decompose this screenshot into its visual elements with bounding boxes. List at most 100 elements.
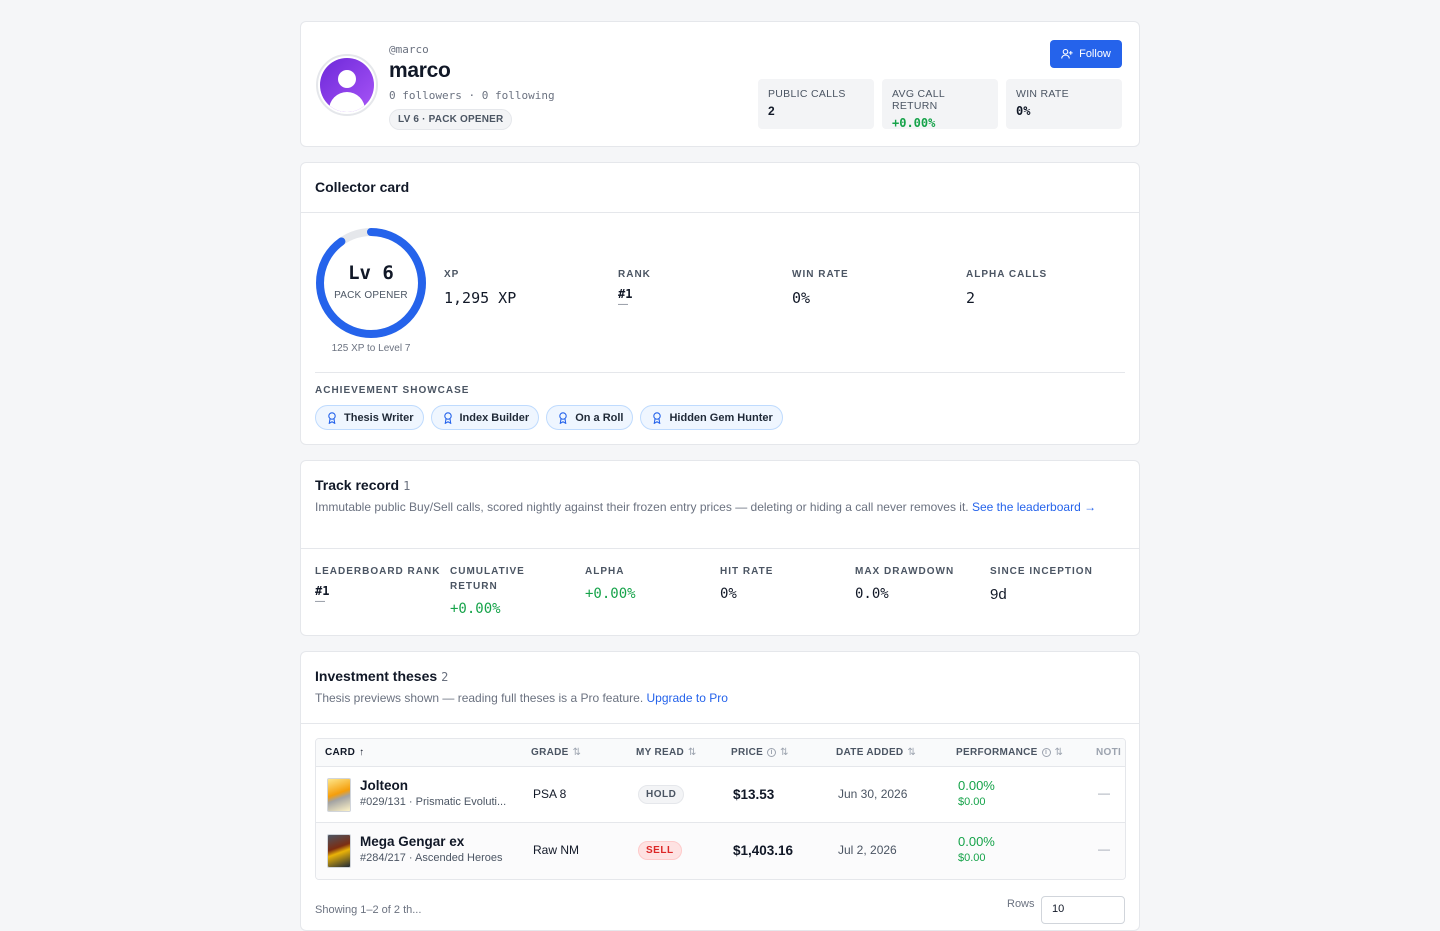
investment-theses-card: Investment theses 2 Thesis previews shown… [300,651,1140,931]
stat-value: +0.00% [892,116,936,130]
stat-label: SINCE INCEPTION [990,566,1093,577]
sort-asc-icon: ↑ [359,747,365,758]
stat-label: HIT RATE [720,566,774,577]
profile-name: marco [389,59,451,82]
section-title: Investment theses [315,668,438,684]
profile-handle: @marco [389,43,429,56]
track-description: Immutable public Buy/Sell calls, scored … [315,500,969,514]
stat-value: 0.0% [855,586,889,602]
leaderboard-link[interactable]: See the leaderboard → [972,500,1096,514]
achievement-label: On a Roll [575,411,624,424]
table-row[interactable]: Mega Gengar ex #284/217 · Ascended Heroe… [316,823,1125,879]
stat-label: ALPHA CALLS [966,269,1048,280]
stat-label: XP [444,269,460,280]
sort-icon: ⇅ [572,747,582,758]
stat-value: 9d [990,586,1007,603]
achievement-chip[interactable]: Hidden Gem Hunter [640,405,783,430]
section-title: Collector card [315,179,410,195]
sort-icon: ⇅ [907,747,917,758]
sort-icon: ⇅ [780,747,789,758]
level-tier: PACK OPENER [334,290,408,301]
collector-stats: XP 1,295 XP RANK #1 — WIN RATE 0% ALPHA … [444,269,1140,310]
column-card[interactable]: CARD ↑ [325,747,364,758]
profile-stats: PUBLIC CALLS 2 AVG CALL RETURN +0.00% WI… [758,79,1122,130]
theses-table: CARD ↑ GRADE ⇅ MY READ ⇅ PRICE i ⇅ DATE ADDED… [315,738,1126,880]
card-name[interactable]: Mega Gengar ex [360,834,503,849]
stat-sub: — [618,299,628,310]
achievements-title: ACHIEVEMENT SHOWCASE [315,385,470,396]
stat-alpha: ALPHA +0.00% [585,564,720,617]
stat-value: 0% [792,289,811,307]
read-badge: SELL [638,841,682,860]
stat-sub: — [315,596,325,607]
stat-since-inception: SINCE INCEPTION 9d [990,564,1125,617]
card-set: #284/217 · Ascended Heroes [360,852,503,864]
achievement-list: Thesis Writer Index Builder On a Roll Hi… [315,405,783,430]
column-price[interactable]: PRICE i ⇅ [731,747,789,758]
performance-percent: 0.00% [958,778,995,793]
page-content: @marco marco 0 followers · 0 following L… [300,21,1140,931]
stat-value: #1 [618,287,633,301]
column-performance[interactable]: PERFORMANCE i ⇅ [956,747,1063,758]
performance-amount: $0.00 [958,852,986,864]
stat-value: 2 [966,289,976,307]
stat-label: AVG CALL RETURN [892,88,945,112]
stat-max-drawdown: MAX DRAWDOWN 0.0% [855,564,990,617]
xp-to-next-level: 125 XP to Level 7 [331,343,411,354]
rows-per-page-select[interactable]: 10 [1041,896,1125,924]
sort-icon: ⇅ [1054,747,1064,758]
card-set: #029/131 · Prismatic Evoluti... [360,796,507,808]
table-header: CARD ↑ GRADE ⇅ MY READ ⇅ PRICE i ⇅ DATE ADDED… [316,739,1125,767]
column-my-read[interactable]: MY READ ⇅ [636,747,697,758]
stat-xp: XP 1,295 XP [444,269,618,309]
achievement-label: Thesis Writer [344,411,414,424]
achievement-chip[interactable]: Thesis Writer [315,405,424,430]
column-date-added[interactable]: DATE ADDED ⇅ [836,747,916,758]
stat-avg-call-return: AVG CALL RETURN +0.00% [882,79,998,130]
card-price: $13.53 [733,787,775,802]
upgrade-link[interactable]: Upgrade to Pro [647,691,728,705]
card-name[interactable]: Jolteon [360,778,506,793]
follow-button[interactable]: Follow [1050,40,1122,68]
award-icon [653,411,662,424]
card-thumbnail[interactable] [327,834,351,868]
track-stats: LEADERBOARD RANK #1 — CUMULATIVE RETURN … [301,549,1139,632]
award-icon [328,411,336,424]
achievement-label: Hidden Gem Hunter [669,411,773,424]
achievement-chip[interactable]: Index Builder [430,405,540,430]
theses-count: 2 [441,670,449,684]
theses-description: Thesis previews shown — reading full the… [315,691,644,705]
date-added: Jun 30, 2026 [838,787,908,801]
stat-value: 0% [1016,104,1031,118]
date-added: Jul 2, 2026 [838,843,897,857]
stat-label: MAX DRAWDOWN [855,566,955,577]
card-grade: PSA 8 [533,787,567,801]
stat-win-rate: WIN RATE 0% [792,269,966,309]
stat-value: +0.00% [585,586,636,602]
user-icon [320,58,374,112]
achievement-chip[interactable]: On a Roll [546,405,634,430]
info-icon: i [1041,748,1051,757]
follow-label: Follow [1079,48,1111,60]
stat-leaderboard-rank: LEADERBOARD RANK #1 — [315,564,450,617]
avatar [316,54,378,116]
stat-alpha-calls: ALPHA CALLS 2 [966,269,1140,309]
divider [315,372,1125,373]
level-value: Lv 6 [348,262,394,284]
table-row[interactable]: Jolteon #029/131 · Prismatic Evoluti... … [316,767,1125,823]
stat-label: LEADERBOARD RANK [315,566,441,577]
performance-percent: 0.00% [958,834,995,849]
stat-label: PUBLIC CALLS [768,88,846,100]
note-cell: — [1098,786,1110,800]
column-grade[interactable]: GRADE ⇅ [531,747,581,758]
column-notes[interactable]: NOTI [1096,747,1121,758]
stat-cumulative-return: CUMULATIVE RETURN +0.00% [450,564,585,617]
follow-counts: 0 followers · 0 following [389,89,555,102]
pagination-summary: Showing 1–2 of 2 th... [315,904,422,916]
stat-label: RANK [618,269,651,280]
note-cell: — [1098,842,1110,856]
stat-value: 2 [768,104,775,118]
card-thumbnail[interactable] [327,778,351,812]
stat-value: +0.00% [450,601,501,617]
stat-label: WIN RATE [1016,88,1069,100]
